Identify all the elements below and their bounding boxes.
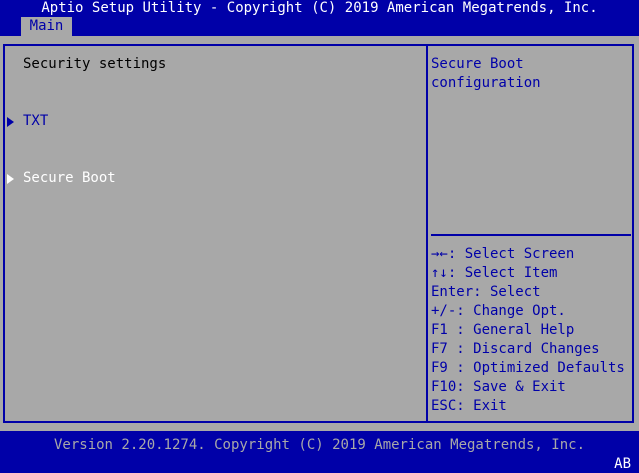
menu-item-label: TXT [23,113,49,129]
help-divider [431,234,631,236]
corner-indicator: AB [614,456,631,472]
menu-item-label: Secure Boot [23,170,116,186]
key-help-list: →←: Select Screen ↑↓: Select Item Enter:… [431,245,625,416]
key-help-item: Enter: Select [431,284,541,300]
version-footer: Version 2.20.1274. Copyright (C) 2019 Am… [53,437,585,453]
key-help-item: F1 : General Help [431,322,575,338]
key-help-item: ESC: Exit [431,398,507,414]
key-help-item: F10: Save & Exit [431,379,566,395]
help-description: Secure Boot configuration [431,56,541,91]
key-help-item: →←: Select Screen [431,246,575,262]
key-help-item: ↑↓: Select Item [431,265,558,281]
window-title: Aptio Setup Utility - Copyright (C) 2019… [41,0,598,16]
vertical-divider [426,44,428,423]
page-heading: Security settings [23,56,167,72]
submenu-arrow-icon [7,174,14,184]
submenu-arrow-icon [7,117,14,127]
key-help-item: F9 : Optimized Defaults [431,360,625,376]
key-help-item: F7 : Discard Changes [431,341,600,357]
key-help-item: +/-: Change Opt. [431,303,566,319]
tab-main[interactable]: Main [21,17,72,36]
